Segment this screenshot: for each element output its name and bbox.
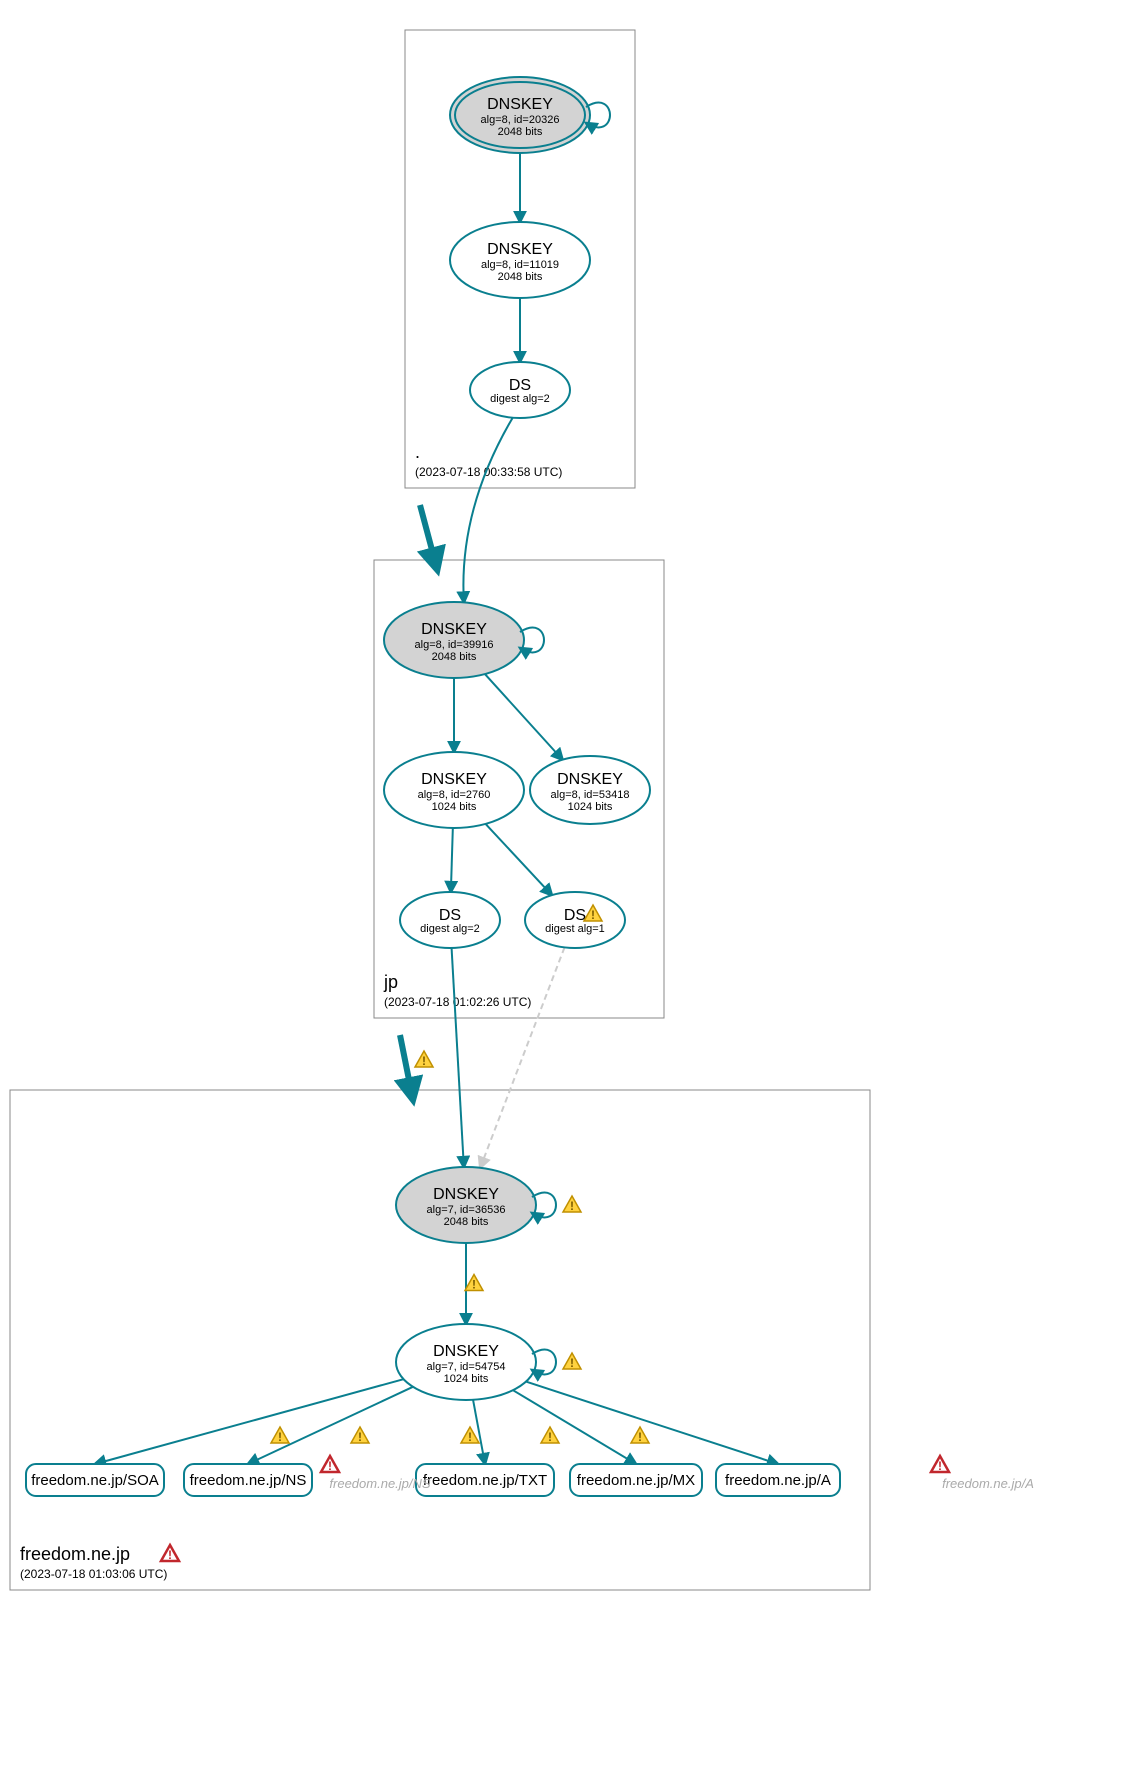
svg-text:2048 bits: 2048 bits bbox=[432, 651, 477, 663]
delegation-edge bbox=[420, 505, 436, 565]
edge-jp_zsk1-jp_ds1 bbox=[451, 828, 453, 892]
zone-label-domain: freedom.ne.jp bbox=[20, 1544, 130, 1564]
self-loop-warning-icon: ! bbox=[563, 1353, 581, 1370]
rrset-rr_a: freedom.ne.jp/A bbox=[716, 1464, 840, 1496]
svg-text:2048 bits: 2048 bits bbox=[444, 1216, 489, 1228]
svg-text:DS: DS bbox=[509, 377, 531, 394]
self-loop-warning-icon: ! bbox=[563, 1196, 581, 1213]
svg-text:!: ! bbox=[468, 1430, 472, 1444]
node-jp_ksk: DNSKEYalg=8, id=399162048 bits bbox=[384, 602, 544, 678]
rrset-rr_mx: freedom.ne.jp/MX bbox=[570, 1464, 702, 1496]
svg-text:DNSKEY: DNSKEY bbox=[421, 621, 487, 638]
rrset-rr_txt: freedom.ne.jp/TXT bbox=[416, 1464, 554, 1496]
svg-text:freedom.ne.jp/TXT: freedom.ne.jp/TXT bbox=[423, 1472, 547, 1489]
rr-edge-warning-icon: ! bbox=[631, 1427, 649, 1444]
svg-text:DNSKEY: DNSKEY bbox=[421, 771, 487, 788]
node-root_ksk: DNSKEYalg=8, id=203262048 bits bbox=[450, 77, 610, 153]
delegation-warning-icon: ! bbox=[415, 1051, 433, 1068]
edge-warning-icon: ! bbox=[465, 1275, 483, 1292]
node-root_ds: DSdigest alg=2 bbox=[470, 362, 570, 418]
rr-edge-warning-icon: ! bbox=[541, 1427, 559, 1444]
edge-jp_ds2-d_ksk bbox=[480, 947, 564, 1167]
node-jp_ds1: DSdigest alg=2 bbox=[400, 892, 500, 948]
edge-zsk-rr_soa bbox=[95, 1379, 404, 1464]
svg-text:!: ! bbox=[358, 1430, 362, 1444]
svg-text:!: ! bbox=[638, 1430, 642, 1444]
edge-zsk-rr_a bbox=[526, 1382, 778, 1464]
zone-timestamp-domain: (2023-07-18 01:03:06 UTC) bbox=[20, 1567, 167, 1581]
svg-text:alg=8, id=11019: alg=8, id=11019 bbox=[481, 259, 559, 271]
svg-text:freedom.ne.jp/A: freedom.ne.jp/A bbox=[725, 1472, 831, 1489]
svg-text:!: ! bbox=[422, 1054, 426, 1068]
svg-text:!: ! bbox=[168, 1548, 172, 1562]
node-jp_zsk1: DNSKEYalg=8, id=27601024 bits bbox=[384, 752, 524, 828]
node-root_zsk: DNSKEYalg=8, id=110192048 bits bbox=[450, 222, 590, 298]
svg-text:digest alg=1: digest alg=1 bbox=[545, 923, 605, 935]
svg-text:DS: DS bbox=[564, 907, 586, 924]
edge-jp_ksk-jp_zsk2 bbox=[485, 674, 563, 760]
svg-text:alg=8, id=2760: alg=8, id=2760 bbox=[418, 789, 491, 801]
svg-text:digest alg=2: digest alg=2 bbox=[490, 393, 550, 405]
rrset-rr_soa: freedom.ne.jp/SOA bbox=[26, 1464, 164, 1496]
svg-text:!: ! bbox=[570, 1356, 574, 1370]
svg-text:!: ! bbox=[570, 1199, 574, 1213]
svg-text:DNSKEY: DNSKEY bbox=[487, 241, 553, 258]
rr-edge-warning-icon: ! bbox=[351, 1427, 369, 1444]
svg-text:freedom.ne.jp/SOA: freedom.ne.jp/SOA bbox=[31, 1472, 159, 1489]
edge-jp_ds1-d_ksk bbox=[452, 948, 464, 1167]
svg-text:2048 bits: 2048 bits bbox=[498, 126, 543, 138]
zone-timestamp-jp: (2023-07-18 01:02:26 UTC) bbox=[384, 995, 531, 1009]
missing-rrset-error-icon: ! bbox=[321, 1456, 339, 1473]
ghost-rrset: freedom.ne.jp/A bbox=[942, 1476, 1034, 1491]
svg-text:freedom.ne.jp/MX: freedom.ne.jp/MX bbox=[577, 1472, 695, 1489]
svg-text:!: ! bbox=[328, 1459, 332, 1473]
svg-text:DNSKEY: DNSKEY bbox=[433, 1186, 499, 1203]
zone-label-root: . bbox=[415, 442, 420, 462]
rr-edge-warning-icon: ! bbox=[271, 1427, 289, 1444]
node-jp_ds2: DSdigest alg=1! bbox=[525, 892, 625, 948]
svg-text:1024 bits: 1024 bits bbox=[432, 801, 477, 813]
node-jp_zsk2: DNSKEYalg=8, id=534181024 bits bbox=[530, 756, 650, 824]
svg-text:alg=7, id=36536: alg=7, id=36536 bbox=[427, 1204, 506, 1216]
zone-error-icon: ! bbox=[161, 1545, 179, 1562]
svg-text:DNSKEY: DNSKEY bbox=[433, 1343, 499, 1360]
svg-text:2048 bits: 2048 bits bbox=[498, 271, 543, 283]
rrset-rr_ns: freedom.ne.jp/NS bbox=[184, 1464, 312, 1496]
edge-root_ds-jp_ksk bbox=[463, 418, 512, 603]
svg-text:!: ! bbox=[548, 1430, 552, 1444]
svg-text:alg=8, id=39916: alg=8, id=39916 bbox=[415, 639, 494, 651]
svg-text:1024 bits: 1024 bits bbox=[568, 801, 613, 813]
svg-text:DS: DS bbox=[439, 907, 461, 924]
svg-text:1024 bits: 1024 bits bbox=[444, 1373, 489, 1385]
node-d_ksk: DNSKEYalg=7, id=365362048 bits! bbox=[396, 1167, 581, 1243]
edge-zsk-rr_txt bbox=[473, 1400, 485, 1464]
svg-text:!: ! bbox=[472, 1278, 476, 1292]
svg-text:digest alg=2: digest alg=2 bbox=[420, 923, 480, 935]
zone-label-jp: jp bbox=[383, 972, 398, 992]
node-d_zsk: DNSKEYalg=7, id=547541024 bits! bbox=[396, 1324, 581, 1400]
svg-text:!: ! bbox=[938, 1459, 942, 1473]
delegation-edge bbox=[400, 1035, 412, 1095]
svg-text:DNSKEY: DNSKEY bbox=[487, 96, 553, 113]
dnssec-diagram: .(2023-07-18 00:33:58 UTC)jp(2023-07-18 … bbox=[0, 0, 1147, 1776]
svg-text:DNSKEY: DNSKEY bbox=[557, 771, 623, 788]
missing-rrset-error-icon: ! bbox=[931, 1456, 949, 1473]
svg-text:freedom.ne.jp/NS: freedom.ne.jp/NS bbox=[190, 1472, 307, 1489]
svg-text:alg=8, id=20326: alg=8, id=20326 bbox=[481, 114, 560, 126]
ghost-rrset: freedom.ne.jp/NS bbox=[329, 1476, 430, 1491]
svg-text:!: ! bbox=[278, 1430, 282, 1444]
edge-jp_zsk1-jp_ds2 bbox=[486, 824, 552, 895]
rr-edge-warning-icon: ! bbox=[461, 1427, 479, 1444]
svg-text:alg=8, id=53418: alg=8, id=53418 bbox=[551, 789, 630, 801]
edge-zsk-rr_mx bbox=[513, 1390, 636, 1464]
svg-text:alg=7, id=54754: alg=7, id=54754 bbox=[427, 1361, 506, 1373]
svg-text:!: ! bbox=[591, 908, 595, 922]
